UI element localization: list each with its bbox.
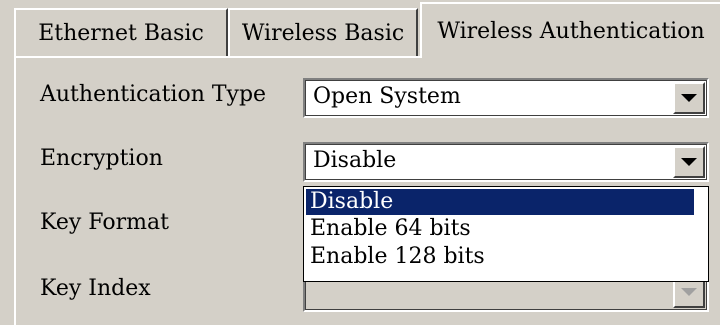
chevron-down-icon — [681, 288, 697, 296]
tab-label: Wireless Authentication — [437, 18, 705, 44]
tab-wireless-authentication[interactable]: Wireless Authentication — [420, 2, 720, 58]
auth-type-value: Open System — [313, 84, 461, 109]
auth-type-select[interactable]: Open System — [303, 78, 709, 118]
dropdown-option-enable-128[interactable]: Enable 128 bits — [304, 243, 708, 271]
auth-type-label: Authentication Type — [40, 82, 267, 107]
auth-type-dropdown-button[interactable] — [673, 82, 705, 114]
encryption-label: Encryption — [40, 146, 163, 171]
key-format-label: Key Format — [40, 210, 169, 235]
dropdown-option-disable[interactable]: Disable — [306, 189, 694, 215]
tab-label: Wireless Basic — [241, 20, 405, 46]
tab-ethernet-basic[interactable]: Ethernet Basic — [14, 8, 228, 56]
encryption-select[interactable]: Disable — [303, 142, 709, 182]
encryption-value: Disable — [313, 148, 397, 173]
tab-strip: Ethernet Basic Wireless Basic Wireless A… — [0, 0, 720, 58]
tab-wireless-basic[interactable]: Wireless Basic — [228, 8, 418, 56]
key-index-label: Key Index — [40, 276, 151, 301]
chevron-down-icon — [681, 158, 697, 166]
dropdown-option-enable-64[interactable]: Enable 64 bits — [304, 215, 708, 243]
tab-label: Ethernet Basic — [38, 20, 204, 46]
encryption-dropdown-list: Disable Enable 64 bits Enable 128 bits — [303, 186, 709, 282]
chevron-down-icon — [681, 94, 697, 102]
encryption-dropdown-button[interactable] — [673, 146, 705, 178]
